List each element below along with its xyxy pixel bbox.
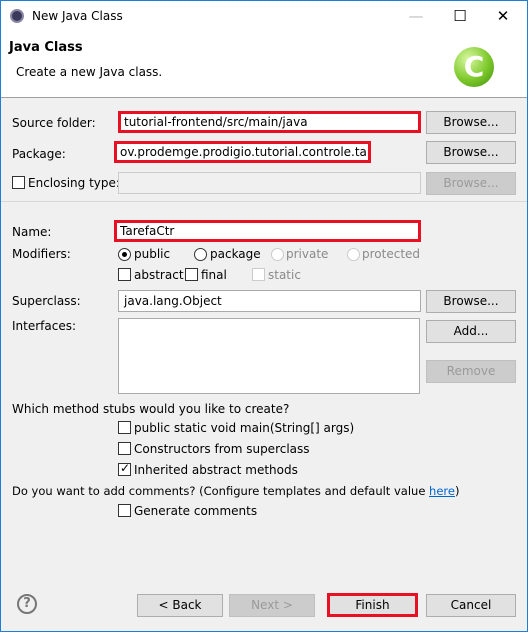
enclosing-type-label: Enclosing type:	[28, 176, 120, 190]
enclosing-browse-button: Browse...	[426, 172, 516, 195]
superclass-browse-button[interactable]: Browse...	[426, 290, 516, 313]
comments-question-close: )	[454, 484, 460, 498]
final-label: final	[201, 268, 227, 282]
minimize-icon[interactable]: —	[401, 5, 431, 27]
source-folder-browse-button[interactable]: Browse...	[426, 111, 516, 134]
wizard-header: Java Class Create a new Java class. C	[1, 32, 527, 98]
protected-radio	[347, 248, 360, 261]
help-icon[interactable]: ?	[17, 594, 37, 614]
abstract-label: abstract	[134, 268, 184, 282]
back-button[interactable]: < Back	[137, 594, 223, 617]
add-interface-button[interactable]: Add...	[426, 320, 516, 343]
enclosing-type-checkbox[interactable]	[12, 176, 25, 189]
private-label: private	[286, 247, 329, 261]
name-input[interactable]: TarefaCtr	[114, 220, 421, 242]
page-title: Java Class	[9, 40, 83, 55]
comments-question: Do you want to add comments? (Configure …	[12, 484, 459, 498]
next-button: Next >	[229, 594, 315, 617]
superclass-label: Superclass:	[12, 294, 81, 308]
abstract-checkbox[interactable]	[118, 268, 131, 281]
package-input[interactable]: ov.prodemge.prodigio.tutorial.controle.t…	[114, 141, 371, 163]
main-method-label: public static void main(String[] args)	[134, 421, 355, 435]
package-radio[interactable]	[194, 248, 207, 261]
generate-comments-label: Generate comments	[134, 504, 258, 518]
finish-highlight	[327, 593, 418, 617]
final-checkbox[interactable]	[185, 268, 198, 281]
java-class-c-icon: C	[454, 47, 494, 87]
comments-question-text: Do you want to add comments? (Configure …	[12, 484, 430, 498]
source-folder-label: Source folder:	[12, 116, 96, 130]
constructors-checkbox[interactable]	[118, 442, 131, 455]
title-bar: New Java Class — ☐ ✕	[1, 1, 527, 32]
main-method-checkbox[interactable]	[118, 421, 131, 434]
configure-templates-link[interactable]: here	[429, 484, 455, 498]
package-browse-button[interactable]: Browse...	[426, 141, 516, 164]
eclipse-icon	[10, 9, 24, 23]
protected-label: protected	[362, 247, 421, 261]
public-label: public	[134, 247, 171, 261]
new-java-class-dialog: New Java Class — ☐ ✕ Java Class Create a…	[0, 0, 528, 632]
inherited-methods-label: Inherited abstract methods	[134, 463, 298, 477]
enclosing-type-input	[118, 172, 421, 194]
maximize-icon[interactable]: ☐	[445, 5, 475, 27]
modifiers-label: Modifiers:	[12, 247, 71, 261]
package-label: Package:	[12, 147, 66, 161]
cancel-button[interactable]: Cancel	[426, 594, 516, 617]
superclass-input[interactable]: java.lang.Object	[118, 290, 421, 312]
source-folder-input[interactable]: tutorial-frontend/src/main/java	[118, 111, 421, 133]
static-label: static	[268, 268, 301, 282]
interfaces-list[interactable]	[118, 318, 420, 394]
generate-comments-checkbox[interactable]	[118, 504, 131, 517]
interfaces-label: Interfaces:	[12, 319, 77, 333]
constructors-label: Constructors from superclass	[134, 442, 310, 456]
window-title: New Java Class	[32, 9, 123, 23]
inherited-methods-checkbox[interactable]	[118, 461, 131, 476]
static-checkbox	[252, 268, 265, 281]
divider	[1, 201, 527, 202]
name-label: Name:	[12, 225, 52, 239]
private-radio	[271, 248, 284, 261]
page-subtitle: Create a new Java class.	[16, 65, 163, 79]
package-radio-label: package	[210, 247, 261, 261]
method-stubs-question: Which method stubs would you like to cre…	[12, 402, 290, 416]
remove-interface-button: Remove	[426, 360, 516, 383]
close-icon[interactable]: ✕	[488, 5, 518, 27]
public-radio[interactable]	[118, 248, 131, 261]
